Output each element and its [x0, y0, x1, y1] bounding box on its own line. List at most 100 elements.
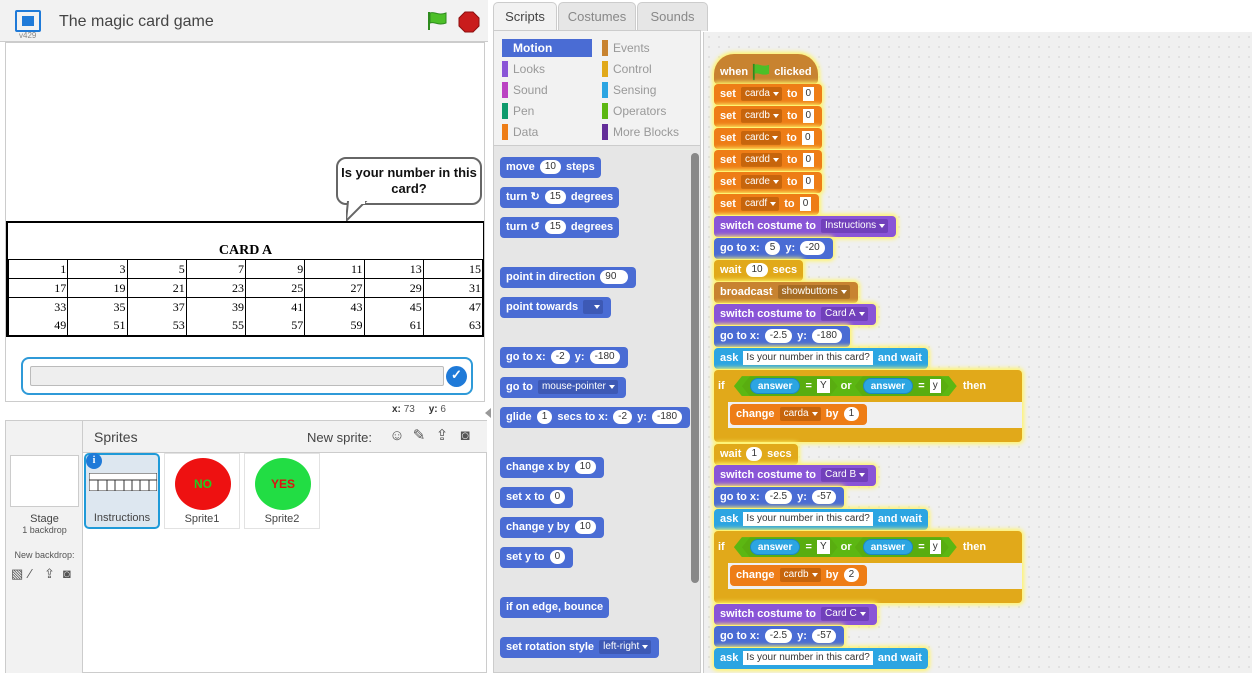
goto-xy-block[interactable]: go to x: -2.5 y: -57: [714, 626, 845, 647]
category-label: Sound: [513, 83, 548, 97]
block-change-y[interactable]: change y by 10: [500, 517, 604, 538]
block-rotation-style[interactable]: set rotation style left-right: [500, 637, 660, 658]
stage-label: Stage: [30, 513, 59, 525]
info-icon[interactable]: i: [86, 453, 102, 469]
camera-backdrop-icon[interactable]: ◙: [63, 566, 71, 581]
goto-xy-block[interactable]: go to x: -2.5 y: -180: [714, 326, 850, 347]
block-point-towards[interactable]: point towards: [500, 297, 612, 318]
upload-sprite-icon[interactable]: ⇪: [433, 428, 451, 444]
card-cell: 9: [244, 259, 306, 279]
tab-sounds[interactable]: Sounds: [637, 2, 708, 31]
category-control[interactable]: Control: [602, 60, 694, 78]
hat-when-flag-clicked[interactable]: when clicked: [714, 54, 818, 84]
ask-block[interactable]: ask Is your number in this card? and wai…: [714, 509, 928, 530]
category-more-blocks[interactable]: More Blocks: [602, 123, 694, 141]
switch-costume-card-a[interactable]: switch costume to Card A: [714, 304, 876, 325]
block-goto-xy[interactable]: go to x: -2 y: -180: [500, 347, 628, 368]
card-cell: 61: [363, 316, 424, 336]
fullscreen-icon[interactable]: [15, 10, 41, 32]
if-header: if answer = Y or answer = y then: [714, 531, 992, 563]
set-cardc-block[interactable]: set cardc to 0: [714, 128, 822, 149]
switch-costume-card-b[interactable]: switch costume to Card B: [714, 465, 877, 486]
ask-prompt: [21, 357, 473, 395]
sprite-tile-sprite2[interactable]: YES Sprite2: [244, 453, 320, 529]
camera-sprite-icon[interactable]: ◙: [456, 428, 474, 444]
category-swatch: [502, 124, 508, 140]
answer-input[interactable]: [30, 366, 444, 386]
collapse-palette-icon[interactable]: [485, 407, 491, 418]
if-header: if answer = Y or answer = y then: [714, 370, 992, 402]
stage-thumbnail[interactable]: [10, 455, 79, 507]
paint-backdrop-icon[interactable]: ∕: [29, 566, 31, 581]
category-operators[interactable]: Operators: [602, 102, 694, 120]
sprites-title: Sprites: [94, 429, 138, 445]
block-goto[interactable]: go to mouse-pointer: [500, 377, 626, 398]
or-operator[interactable]: answer = Y or answer = y: [734, 376, 957, 396]
block-bounce[interactable]: if on edge, bounce: [500, 597, 610, 618]
set-carde-block[interactable]: set carde to 0: [714, 172, 823, 193]
block-change-x[interactable]: change x by 10: [500, 457, 604, 478]
sprite-tile-instructions[interactable]: i Instructions: [84, 453, 160, 529]
sprite-tile-sprite1[interactable]: NO Sprite1: [164, 453, 240, 529]
tab-scripts[interactable]: Scripts: [493, 2, 557, 32]
change-cardb-block[interactable]: change cardb by 2: [730, 565, 868, 586]
sprites-header: Sprites New sprite: ☺ ✎ ⇪ ◙: [83, 421, 487, 453]
sprite-name: Sprite2: [264, 513, 300, 525]
goto-xy-block[interactable]: go to x: 5 y: -20: [714, 238, 833, 259]
upload-backdrop-icon[interactable]: ⇪: [44, 566, 55, 582]
block-set-x[interactable]: set x to 0: [500, 487, 574, 508]
palette-scrollbar[interactable]: [691, 153, 699, 583]
paint-sprite-icon[interactable]: ✎: [410, 428, 428, 444]
sprite-library-icon[interactable]: ☺: [388, 428, 406, 444]
backdrop-library-icon[interactable]: ▧: [11, 566, 23, 582]
stop-icon[interactable]: [458, 11, 480, 33]
category-motion[interactable]: Motion: [502, 39, 592, 57]
wait-block[interactable]: wait 1 secs: [714, 444, 798, 465]
block-set-y[interactable]: set y to 0: [500, 547, 574, 568]
category-pen[interactable]: Pen: [502, 102, 592, 120]
category-sensing[interactable]: Sensing: [602, 81, 694, 99]
category-label: Pen: [513, 104, 535, 118]
category-swatch: [502, 61, 508, 77]
block-glide[interactable]: glide 1 secs to x: -2 y: -180: [500, 407, 690, 428]
card-cell: 3: [67, 259, 128, 279]
card-cell: 21: [126, 278, 187, 298]
category-swatch: [602, 40, 608, 56]
switch-costume-instructions[interactable]: switch costume to Instructions: [714, 216, 897, 237]
category-swatch: [502, 82, 508, 98]
block-turn-right[interactable]: turn ↻ 15 degrees: [500, 187, 620, 208]
if-block-2[interactable]: if answer = Y or answer = y then change …: [714, 531, 1022, 603]
set-cardd-block[interactable]: set cardd to 0: [714, 150, 823, 171]
category-sound[interactable]: Sound: [502, 81, 592, 99]
set-carda-block[interactable]: set carda to 0: [714, 84, 823, 105]
submit-answer-button[interactable]: [446, 366, 467, 387]
goto-xy-block[interactable]: go to x: -2.5 y: -57: [714, 487, 845, 508]
category-label: Operators: [613, 104, 667, 118]
ask-block[interactable]: ask Is your number in this card? and wai…: [714, 348, 928, 369]
project-title[interactable]: The magic card game: [59, 13, 214, 31]
category-events[interactable]: Events: [602, 39, 694, 57]
change-carda-block[interactable]: change carda by 1: [730, 404, 868, 425]
tab-costumes[interactable]: Costumes: [558, 2, 636, 31]
category-looks[interactable]: Looks: [502, 60, 592, 78]
ask-block[interactable]: ask Is your number in this card? and wai…: [714, 648, 928, 669]
green-flag-icon[interactable]: [426, 11, 448, 31]
category-data[interactable]: Data: [502, 123, 592, 141]
block-turn-left[interactable]: turn ↺ 15 degrees: [500, 217, 620, 238]
if-block-1[interactable]: if answer = Y or answer = y then change …: [714, 370, 1022, 442]
or-operator[interactable]: answer = Y or answer = y: [734, 537, 957, 557]
block-move[interactable]: move 10 steps: [500, 157, 601, 178]
block-point-direction[interactable]: point in direction 90: [500, 267, 637, 288]
broadcast-block[interactable]: broadcast showbuttons: [714, 282, 858, 303]
card-cell: 57: [244, 316, 306, 336]
switch-costume-card-c[interactable]: switch costume to Card C: [714, 604, 877, 625]
set-cardf-block[interactable]: set cardf to 0: [714, 194, 820, 215]
sprite-name: Sprite1: [184, 513, 220, 525]
stage-canvas[interactable]: Is your number in this card? CARD A 1357…: [5, 42, 485, 402]
card-row: 33 35 37 39 41 43 45 47: [7, 297, 484, 317]
script-area[interactable]: when clicked set carda to 0 set cardb to…: [703, 32, 1252, 673]
set-cardb-block[interactable]: set cardb to 0: [714, 106, 823, 127]
wait-block[interactable]: wait 10 secs: [714, 260, 804, 281]
scratch-editor: v429 The magic card game Is your number …: [0, 0, 1252, 673]
rotate-right-icon: ↻: [530, 191, 540, 203]
